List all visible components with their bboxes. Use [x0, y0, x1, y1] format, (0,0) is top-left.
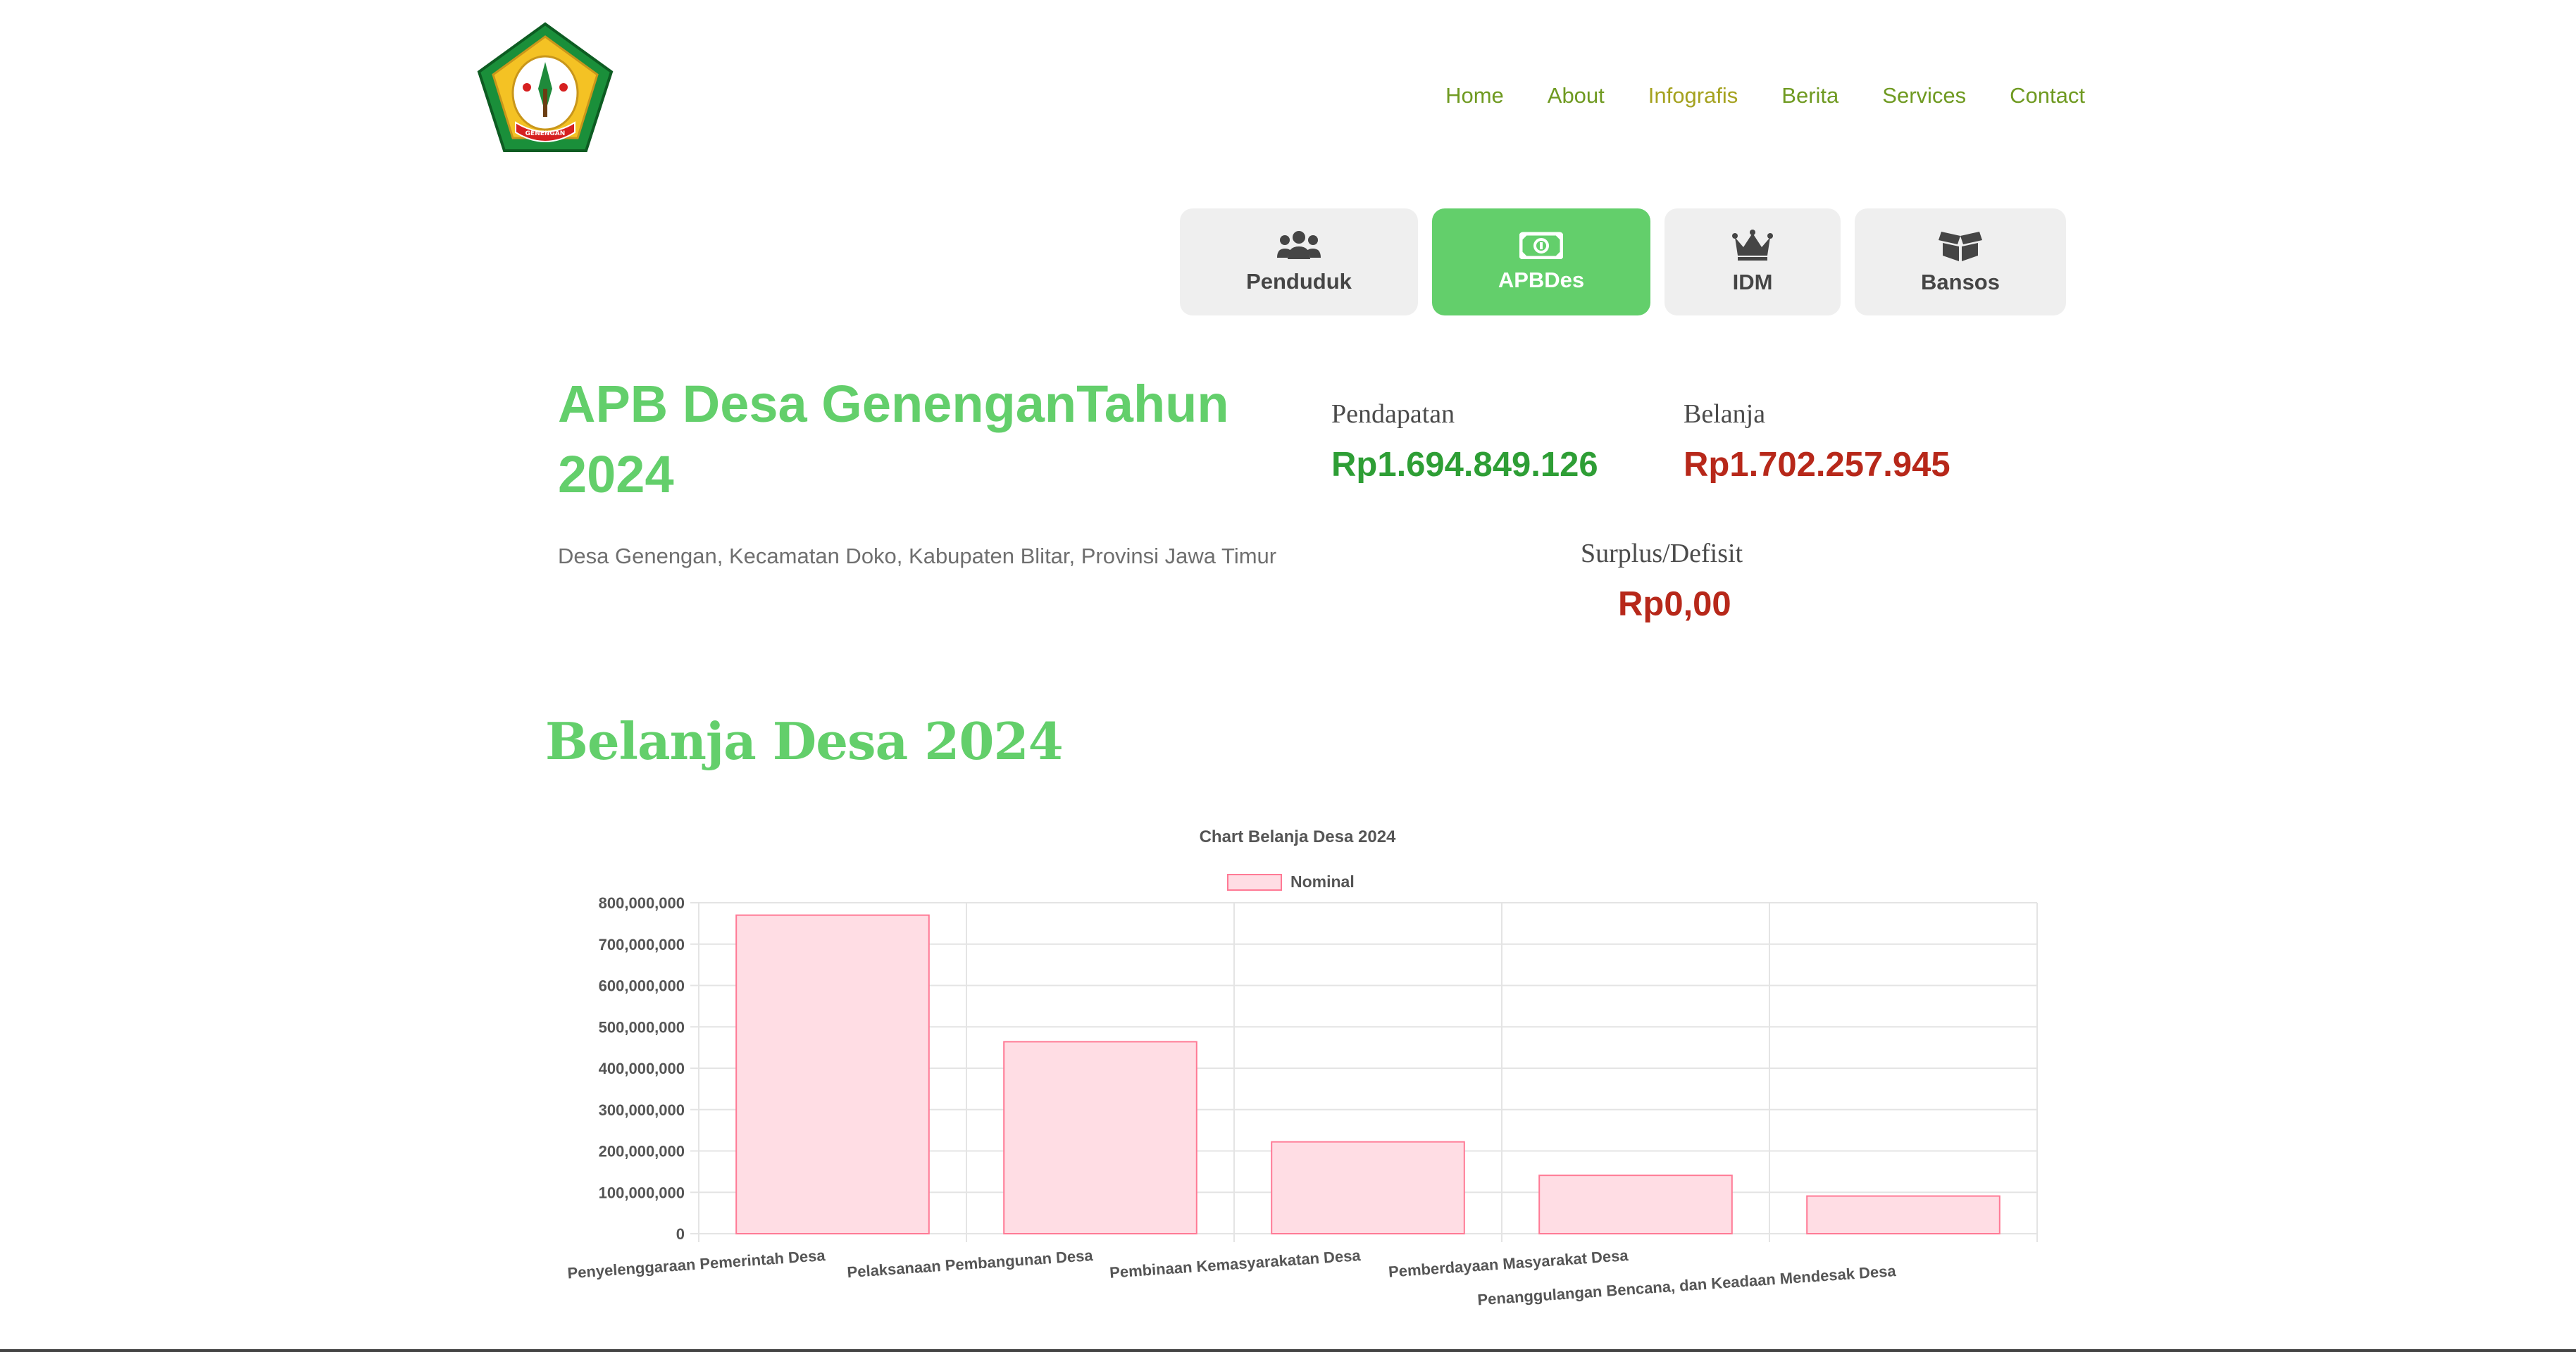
y-tick-label: 800,000,000	[599, 894, 685, 912]
x-tick-label: Pelaksanaan Pembangunan Desa	[847, 1246, 1094, 1281]
nav-contact[interactable]: Contact	[2010, 83, 2085, 108]
y-tick-label: 400,000,000	[599, 1060, 685, 1077]
x-tick-label: Pembinaan Kemasyarakatan Desa	[1109, 1246, 1362, 1282]
box-open-icon	[1939, 229, 1982, 261]
x-tick-label: Penyelenggaraan Pemerintah Desa	[567, 1246, 826, 1282]
y-tick-label: 500,000,000	[599, 1018, 685, 1036]
belanja-chart-svg: Chart Belanja Desa 2024 Nominal 0 100,000,0…	[567, 827, 2038, 1309]
y-tick-label: 300,000,000	[599, 1101, 685, 1119]
y-tick-label: 200,000,000	[599, 1143, 685, 1160]
x-tick-label: Penanggulangan Bencana, dan Keadaan Mend…	[1477, 1262, 1897, 1309]
tab-penduduk[interactable]: Penduduk	[1180, 208, 1418, 315]
surplus-value: Rp0,00	[1618, 585, 1731, 623]
page-title: APB Desa GenenganTahun 2024	[558, 375, 1229, 503]
nav-services[interactable]: Services	[1882, 83, 1966, 108]
tab-apbdes[interactable]: APBDes	[1432, 208, 1650, 315]
page-subtitle: Desa Genengan, Kecamatan Doko, Kabupaten…	[558, 544, 1277, 568]
page: GENENGAN Home About Infografis Berita Se…	[0, 0, 2576, 1352]
belanja-value: Rp1.702.257.945	[1684, 446, 1950, 484]
nav-about[interactable]: About	[1548, 83, 1605, 108]
y-tick-label: 700,000,000	[599, 936, 685, 953]
tab-label-penduduk: Penduduk	[1246, 269, 1352, 294]
tab-idm[interactable]: IDM	[1665, 208, 1841, 315]
tab-label-apbdes: APBDes	[1498, 268, 1585, 292]
bar-4	[1538, 1175, 1733, 1234]
y-tick-label: 0	[676, 1225, 685, 1243]
belanja-section-title: Belanja Desa 2024	[545, 711, 1064, 771]
main-nav: Home About Infografis Berita Services Co…	[1445, 83, 2085, 108]
logo-banner-text: GENENGAN	[525, 130, 566, 137]
x-tick-label: Pemberdayaan Masyarakat Desa	[1388, 1246, 1629, 1281]
belanja-chart: Chart Belanja Desa 2024 Nominal 0 100,000,0…	[0, 0, 2576, 1352]
tab-label-idm: IDM	[1732, 270, 1773, 294]
y-tick-label: 100,000,000	[599, 1184, 685, 1201]
surplus-label: Surplus/Defisit	[1581, 539, 1743, 568]
tab-label-bansos: Bansos	[1921, 270, 2000, 294]
village-logo[interactable]: GENENGAN	[476, 21, 614, 155]
legend-label: Nominal	[1290, 872, 1355, 891]
bar-1	[735, 914, 930, 1234]
y-tick-label: 600,000,000	[599, 977, 685, 995]
pendapatan-value: Rp1.694.849.126	[1331, 446, 1598, 484]
bar-5	[1806, 1195, 2001, 1234]
bar-3	[1271, 1141, 1465, 1234]
money-bill-icon	[1519, 231, 1563, 259]
nav-home[interactable]: Home	[1445, 83, 1504, 108]
tab-bansos[interactable]: Bansos	[1855, 208, 2066, 315]
crown-icon	[1732, 229, 1773, 261]
chart-title: Chart Belanja Desa 2024	[1200, 827, 1396, 846]
nav-infografis[interactable]: Infografis	[1648, 83, 1738, 108]
belanja-label: Belanja	[1684, 399, 1766, 429]
bar-2	[1003, 1041, 1197, 1235]
bottom-divider	[0, 1349, 2576, 1352]
infografis-tabs: Penduduk APBDes IDM Bansos	[1180, 208, 2066, 315]
legend-swatch	[1227, 874, 1282, 891]
pendapatan-label: Pendapatan	[1331, 399, 1455, 429]
users-icon	[1277, 230, 1321, 261]
nav-berita[interactable]: Berita	[1781, 83, 1838, 108]
